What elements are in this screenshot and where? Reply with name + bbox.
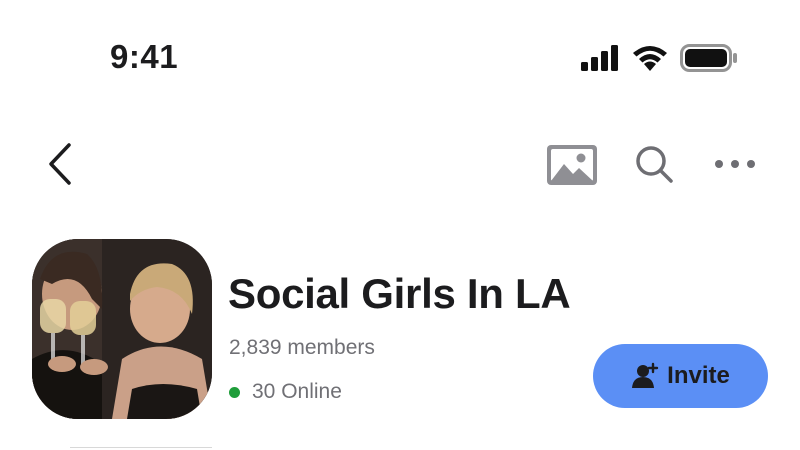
cellular-signal-icon bbox=[581, 45, 618, 71]
more-horizontal-icon bbox=[715, 160, 755, 168]
search-icon bbox=[636, 146, 673, 183]
status-time: 9:41 bbox=[110, 38, 179, 75]
online-status: 30 Online bbox=[229, 380, 342, 404]
invite-label: Invite bbox=[667, 362, 730, 389]
status-bar: 9:41 bbox=[0, 0, 800, 120]
chevron-left-icon bbox=[49, 143, 71, 185]
online-dot-icon bbox=[229, 386, 240, 398]
wifi-icon bbox=[633, 46, 667, 71]
group-header: Social Girls In LA 2,839 members 30 Onli… bbox=[0, 230, 800, 430]
group-name: Social Girls In LA bbox=[228, 270, 571, 317]
search-button[interactable] bbox=[632, 142, 676, 186]
group-avatar[interactable] bbox=[32, 239, 212, 419]
invite-button[interactable]: Invite bbox=[593, 344, 768, 408]
member-count[interactable]: 2,839 members bbox=[229, 336, 375, 360]
group-photo bbox=[32, 239, 212, 419]
image-icon bbox=[547, 145, 597, 185]
more-options-button[interactable] bbox=[712, 146, 758, 182]
status-icons bbox=[580, 44, 738, 72]
back-button[interactable] bbox=[40, 140, 80, 188]
nav-bar bbox=[0, 130, 800, 200]
add-person-icon bbox=[632, 362, 659, 388]
battery-icon bbox=[680, 44, 737, 72]
media-button[interactable] bbox=[546, 144, 598, 186]
online-count: 30 Online bbox=[252, 380, 342, 403]
divider bbox=[70, 447, 212, 448]
